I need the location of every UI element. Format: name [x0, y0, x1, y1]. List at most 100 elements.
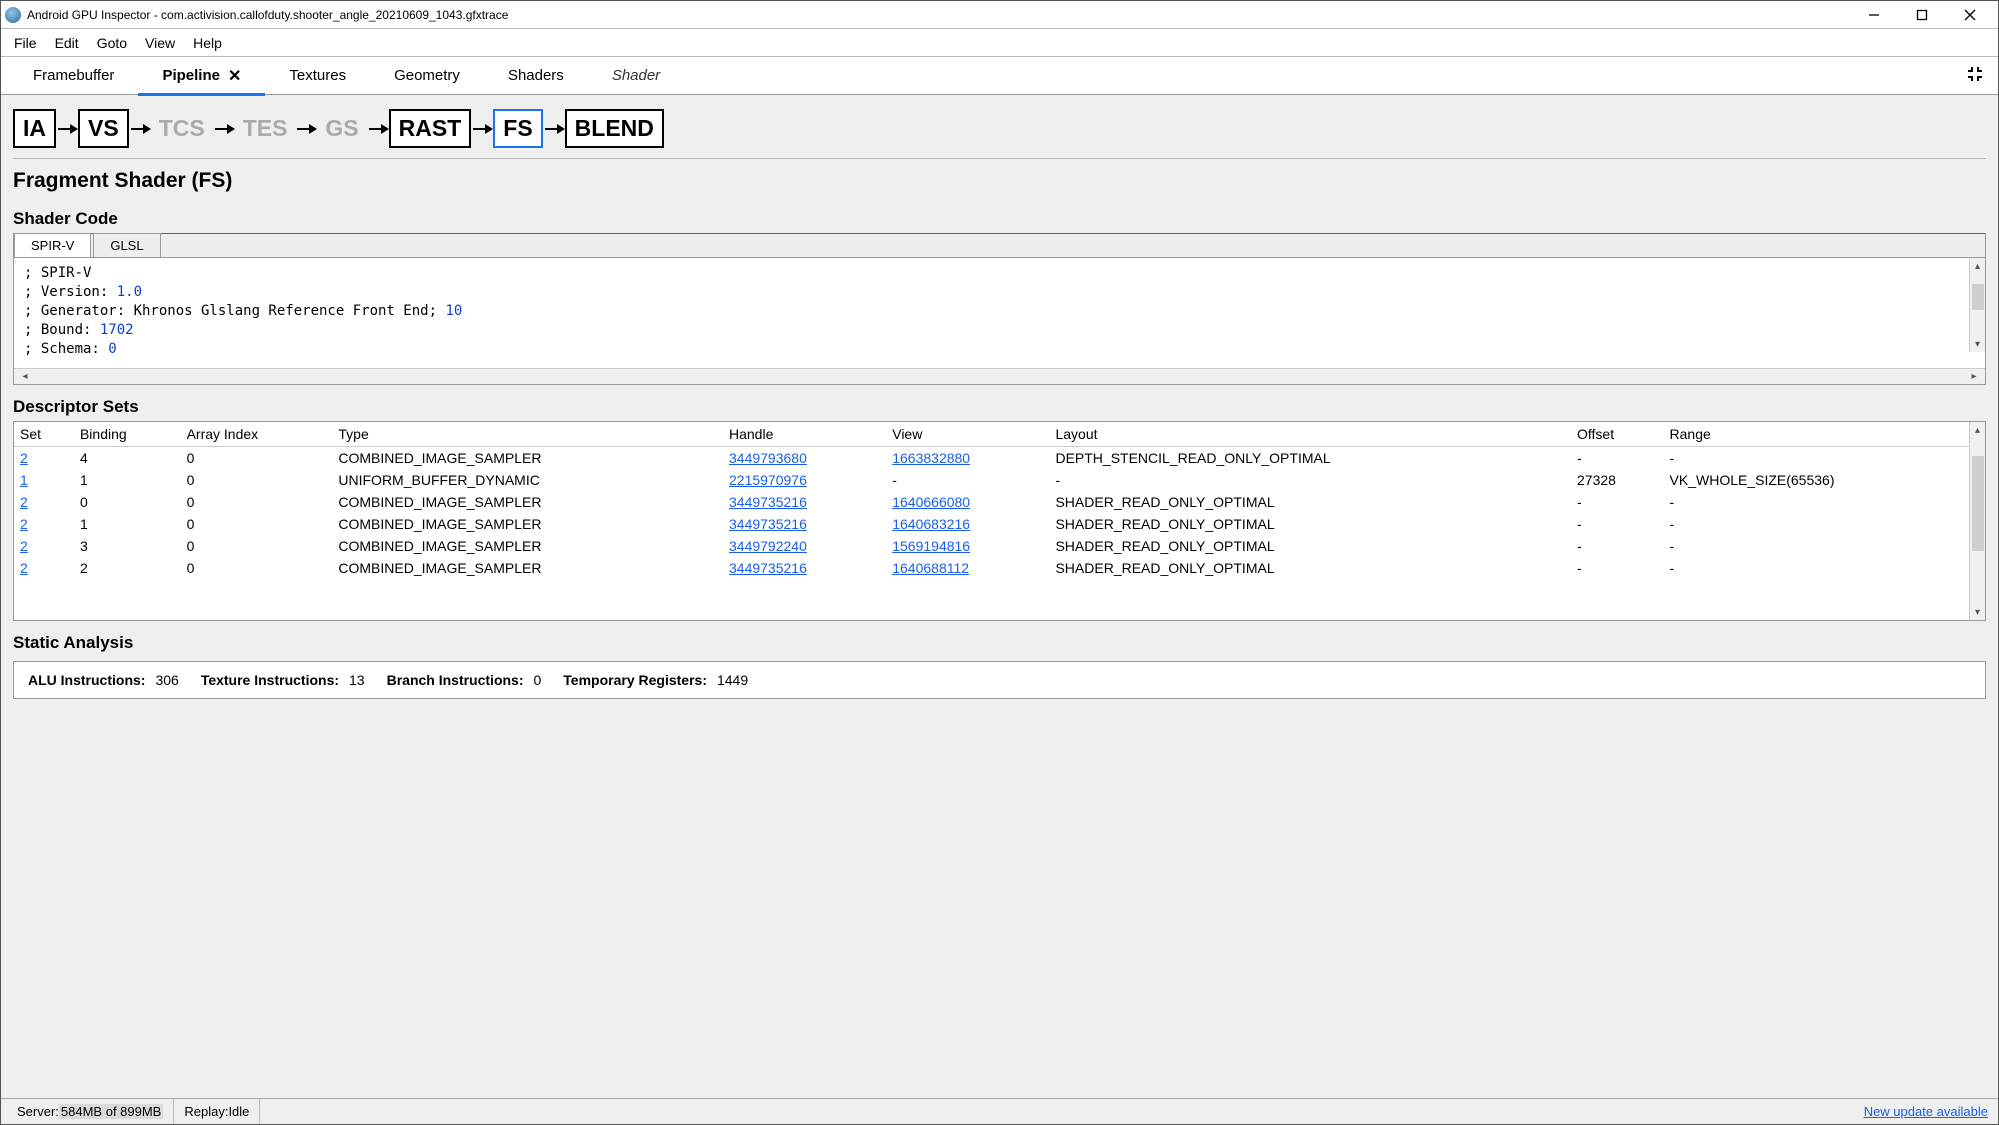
- table-cell-link[interactable]: 3449735216: [729, 516, 807, 532]
- table-cell-link[interactable]: 2: [20, 516, 28, 532]
- scroll-right-icon[interactable]: ▸: [1967, 371, 1981, 382]
- table-cell-link[interactable]: 3449735216: [729, 494, 807, 510]
- scroll-left-icon[interactable]: ◂: [18, 371, 32, 382]
- stage-gs[interactable]: GS: [317, 111, 366, 146]
- table-row[interactable]: 240COMBINED_IMAGE_SAMPLER344979368016638…: [14, 447, 1985, 470]
- tab-pipeline[interactable]: Pipeline ✕: [138, 57, 265, 95]
- close-button[interactable]: [1946, 1, 1994, 29]
- arrow-icon: [473, 128, 491, 130]
- minimize-button[interactable]: [1850, 1, 1898, 29]
- static-analysis-heading: Static Analysis: [13, 633, 1986, 653]
- tab-framebuffer[interactable]: Framebuffer: [9, 57, 138, 95]
- table-cell[interactable]: 3449735216: [723, 557, 886, 579]
- table-cell[interactable]: 1569194816: [886, 535, 1049, 557]
- maximize-button[interactable]: [1898, 1, 1946, 29]
- table-cell[interactable]: 2: [14, 491, 74, 513]
- tab-geometry[interactable]: Geometry: [370, 57, 484, 95]
- descriptor-sets-heading: Descriptor Sets: [13, 397, 1986, 417]
- table-cell: -: [1049, 469, 1571, 491]
- stage-ia[interactable]: IA: [13, 109, 56, 148]
- table-cell-link[interactable]: 3449792240: [729, 538, 807, 554]
- table-header[interactable]: Type: [332, 422, 723, 447]
- close-icon[interactable]: ✕: [228, 66, 241, 86]
- table-cell[interactable]: 1640666080: [886, 491, 1049, 513]
- table-cell-link[interactable]: 1640666080: [892, 494, 970, 510]
- table-cell[interactable]: 1640688112: [886, 557, 1049, 579]
- code-tab-glsl[interactable]: GLSL: [93, 233, 160, 257]
- menu-file[interactable]: File: [5, 31, 46, 55]
- fullscreen-toggle-icon[interactable]: [1966, 65, 1984, 86]
- scrollbar-vertical[interactable]: ▴ ▾: [1969, 422, 1985, 620]
- table-header[interactable]: Offset: [1571, 422, 1664, 447]
- table-cell: -: [1571, 535, 1664, 557]
- table-row[interactable]: 210COMBINED_IMAGE_SAMPLER344973521616406…: [14, 513, 1985, 535]
- scroll-up-icon[interactable]: ▴: [1970, 258, 1985, 274]
- table-cell[interactable]: 1: [14, 469, 74, 491]
- table-header[interactable]: Array Index: [181, 422, 333, 447]
- stage-vs[interactable]: VS: [78, 109, 129, 148]
- stage-tcs[interactable]: TCS: [151, 111, 213, 146]
- table-row[interactable]: 110UNIFORM_BUFFER_DYNAMIC2215970976--273…: [14, 469, 1985, 491]
- table-cell[interactable]: 3449793680: [723, 447, 886, 470]
- scroll-up-icon[interactable]: ▴: [1970, 422, 1985, 438]
- shader-code-tabs: SPIR-V GLSL: [14, 234, 1985, 258]
- code-tab-spirv[interactable]: SPIR-V: [14, 233, 91, 257]
- menu-view[interactable]: View: [136, 31, 184, 55]
- shader-code-text[interactable]: ; SPIR-V ; Version: 1.0 ; Generator: Khr…: [14, 258, 1985, 368]
- update-available-link[interactable]: New update available: [1864, 1104, 1992, 1119]
- table-cell-link[interactable]: 1640688112: [892, 560, 969, 576]
- table-cell[interactable]: 3449735216: [723, 513, 886, 535]
- tab-textures[interactable]: Textures: [265, 57, 370, 95]
- scrollbar-vertical[interactable]: ▴ ▾: [1969, 258, 1985, 352]
- table-cell[interactable]: 2215970976: [723, 469, 886, 491]
- table-cell-link[interactable]: 1: [20, 472, 28, 488]
- tab-shader[interactable]: Shader: [588, 57, 684, 95]
- table-cell: 0: [181, 469, 333, 491]
- scroll-down-icon[interactable]: ▾: [1970, 336, 1985, 352]
- table-cell[interactable]: 2: [14, 535, 74, 557]
- table-cell[interactable]: 2: [14, 513, 74, 535]
- tab-shaders[interactable]: Shaders: [484, 57, 588, 95]
- table-header[interactable]: Range: [1664, 422, 1985, 447]
- scrollbar-horizontal[interactable]: ◂ ▸: [14, 368, 1985, 384]
- table-cell-link[interactable]: 3449793680: [729, 450, 807, 466]
- table-cell-link[interactable]: 2: [20, 538, 28, 554]
- arrow-icon: [297, 128, 315, 130]
- table-header[interactable]: Handle: [723, 422, 886, 447]
- table-header[interactable]: Set: [14, 422, 74, 447]
- table-cell-link[interactable]: 2: [20, 450, 28, 466]
- table-cell-link[interactable]: 2: [20, 494, 28, 510]
- stage-tes[interactable]: TES: [235, 111, 296, 146]
- table-cell[interactable]: 1663832880: [886, 447, 1049, 470]
- table-cell: UNIFORM_BUFFER_DYNAMIC: [332, 469, 723, 491]
- table-row[interactable]: 200COMBINED_IMAGE_SAMPLER344973521616406…: [14, 491, 1985, 513]
- stage-blend[interactable]: BLEND: [565, 109, 664, 148]
- stage-fs[interactable]: FS: [493, 109, 542, 148]
- table-cell-link[interactable]: 1569194816: [892, 538, 970, 554]
- table-cell-link[interactable]: 2215970976: [729, 472, 807, 488]
- table-cell[interactable]: 3449792240: [723, 535, 886, 557]
- scroll-thumb[interactable]: [1972, 456, 1984, 551]
- table-cell-link[interactable]: 2: [20, 560, 28, 576]
- tab-label: Pipeline: [162, 67, 220, 84]
- table-cell-link[interactable]: 1663832880: [892, 450, 970, 466]
- table-cell[interactable]: 3449735216: [723, 491, 886, 513]
- scroll-thumb[interactable]: [1972, 284, 1984, 310]
- metric-label: Texture Instructions:: [201, 672, 339, 688]
- table-row[interactable]: 220COMBINED_IMAGE_SAMPLER344973521616406…: [14, 557, 1985, 579]
- table-cell[interactable]: 1640683216: [886, 513, 1049, 535]
- menu-goto[interactable]: Goto: [88, 31, 136, 55]
- table-header[interactable]: Binding: [74, 422, 181, 447]
- table-cell: COMBINED_IMAGE_SAMPLER: [332, 447, 723, 470]
- table-cell-link[interactable]: 3449735216: [729, 560, 807, 576]
- menu-help[interactable]: Help: [184, 31, 231, 55]
- table-cell[interactable]: 2: [14, 557, 74, 579]
- table-header[interactable]: View: [886, 422, 1049, 447]
- stage-rast[interactable]: RAST: [389, 109, 472, 148]
- table-row[interactable]: 230COMBINED_IMAGE_SAMPLER344979224015691…: [14, 535, 1985, 557]
- scroll-down-icon[interactable]: ▾: [1970, 604, 1985, 620]
- table-cell[interactable]: 2: [14, 447, 74, 470]
- menu-edit[interactable]: Edit: [46, 31, 88, 55]
- table-cell-link[interactable]: 1640683216: [892, 516, 970, 532]
- table-header[interactable]: Layout: [1049, 422, 1571, 447]
